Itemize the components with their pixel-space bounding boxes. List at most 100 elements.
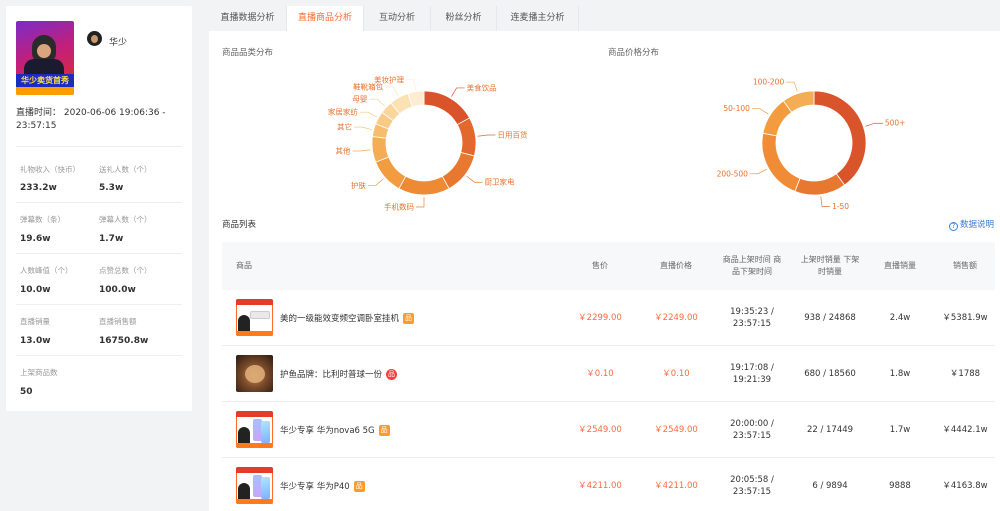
goods-thumbnail[interactable] — [236, 467, 273, 504]
goods-badge-icon: 品 — [386, 368, 398, 380]
slice-label: 美妆护理 — [374, 74, 404, 84]
stat-value: 16750.8w — [99, 336, 149, 346]
label-leader-line — [359, 111, 377, 118]
label-leader-line — [786, 81, 798, 92]
slice-label: 护肤 — [351, 180, 366, 190]
goods-badge-icon: 品 — [378, 424, 390, 436]
stat-label: 上架商品数 — [20, 368, 58, 377]
slice-label: 母婴 — [352, 95, 367, 104]
label-leader-line — [451, 87, 465, 97]
live-time: 直播时间： 2020-06-06 19:06:36 - 23:57:15 — [16, 108, 166, 131]
cell-revenue: ￥5381.9w — [942, 313, 988, 323]
th-shelf-sales[interactable]: 上架时销量 下架时销量 — [797, 242, 863, 290]
stat-label: 送礼人数（个） — [99, 165, 152, 174]
slice-label: 家居家纺 — [328, 107, 358, 117]
table-row[interactable]: 华少专享 华为nova6 5G 品 ￥2549.00 ￥2549.00 20:00:00… — [222, 402, 995, 458]
donut-slice[interactable] — [761, 132, 801, 192]
slice-label: 其它 — [337, 122, 352, 132]
divider — [16, 304, 182, 305]
stat-label: 直播销量 — [20, 317, 50, 326]
divider — [16, 202, 182, 203]
cell-revenue: ￥4442.1w — [942, 425, 988, 435]
goods-name-text: 华少专享 华为P40 — [280, 482, 350, 492]
label-leader-line — [369, 98, 385, 107]
data-help-link[interactable]: ? 数据说明 — [948, 218, 994, 231]
th-revenue[interactable]: 销售额 — [935, 242, 995, 290]
divider — [16, 355, 182, 356]
donut-slice[interactable] — [398, 175, 450, 196]
slice-label: 厨卫家电 — [485, 177, 515, 187]
goods-name-text: 护鱼品牌：比利时普球一份 — [280, 370, 383, 380]
table-row[interactable]: 美的一级能效变频空调卧室挂机品 ￥2299.00 ￥2249.00 19:35:23 … — [222, 290, 995, 346]
label-leader-line — [385, 86, 399, 96]
donut-slice[interactable] — [371, 136, 390, 163]
anchor-name[interactable]: 华少 — [109, 35, 127, 48]
goods-name[interactable]: 华少专享 华为P40 品 — [280, 458, 365, 511]
donut-slice[interactable] — [423, 90, 471, 126]
divider — [16, 253, 182, 254]
tab-interaction[interactable]: 互动分析 — [364, 6, 431, 31]
cell-shelf-time: 19:17:08 / 19:21:39 — [730, 363, 774, 385]
divider — [16, 146, 182, 147]
stat-label: 弹幕人数（个） — [99, 215, 152, 224]
label-leader-line — [405, 79, 416, 90]
stat-label: 直播销售额 — [99, 317, 137, 326]
label-leader-line — [820, 196, 831, 207]
avatar[interactable] — [87, 31, 102, 46]
label-leader-line — [865, 122, 883, 127]
goods-name[interactable]: 华少专享 华为nova6 5G 品 — [280, 402, 390, 458]
cell-shelf-time: 20:05:58 / 23:57:15 — [730, 475, 774, 497]
stat-value: 19.6w — [20, 234, 51, 244]
cell-price: ￥0.10 — [586, 369, 614, 379]
goods-thumbnail[interactable] — [236, 299, 273, 336]
th-live-price[interactable]: 直播价格 — [642, 242, 710, 290]
donut-slice[interactable] — [813, 90, 867, 186]
cell-live-sales: 9888 — [889, 481, 911, 491]
donut-slice[interactable] — [441, 151, 475, 190]
cover-banner-text: 华少卖货首秀 — [16, 74, 74, 87]
cell-live-sales: 1.7w — [889, 425, 911, 435]
tab-co-streamers[interactable]: 连麦播主分析 — [497, 6, 579, 31]
analysis-panel: 直播数据分析 直播商品分析 互动分析 粉丝分析 连麦播主分析 商品品类分布 商品… — [209, 6, 1000, 511]
table-row[interactable]: 华少专享 华为P40 品 ￥4211.00 ￥4211.00 20:05:58 / 23… — [222, 458, 995, 511]
help-link-label: 数据说明 — [959, 220, 994, 230]
th-live-sales[interactable]: 直播销量 — [871, 242, 929, 290]
donut-slice[interactable] — [375, 156, 407, 190]
slice-label: 美食饮品 — [467, 82, 497, 92]
stat-value: 13.0w — [20, 336, 51, 346]
label-leader-line — [352, 149, 371, 152]
tab-live-data[interactable]: 直播数据分析 — [209, 6, 287, 31]
goods-thumbnail[interactable] — [236, 411, 273, 448]
th-price[interactable]: 售价 — [570, 242, 630, 290]
th-shelf-time[interactable]: 商品上架时间 商品下架时间 — [719, 242, 785, 290]
stat-label: 人数峰值（个） — [20, 266, 73, 275]
cell-revenue: ￥1788 — [949, 369, 981, 379]
stat-value: 233.2w — [20, 183, 57, 193]
tab-bar: 直播数据分析 直播商品分析 互动分析 粉丝分析 连麦播主分析 — [209, 6, 1000, 31]
slice-label: 日用百货 — [497, 129, 527, 139]
donut-slice[interactable] — [794, 173, 846, 196]
stat-value: 50 — [20, 387, 33, 397]
goods-thumbnail[interactable] — [236, 355, 273, 392]
slice-label: 100-200 — [753, 78, 785, 87]
cell-live-price: ￥2249.00 — [654, 313, 698, 323]
stat-value: 1.7w — [99, 234, 124, 244]
stat-value: 5.3w — [99, 183, 124, 193]
stat-label: 点赞总数（个） — [99, 266, 152, 275]
tab-fans[interactable]: 粉丝分析 — [431, 6, 497, 31]
slice-label: 200-500 — [717, 169, 749, 178]
slice-label: 500+ — [885, 119, 906, 128]
goods-name-text: 华少专享 华为nova6 5G — [280, 426, 375, 436]
tab-live-goods[interactable]: 直播商品分析 — [287, 6, 364, 31]
cell-shelf-time: 19:35:23 / 23:57:15 — [730, 307, 774, 329]
label-leader-line — [367, 178, 384, 186]
goods-name[interactable]: 美的一级能效变频空调卧室挂机品 — [280, 290, 415, 346]
table-row[interactable]: 护鱼品牌：比利时普球一份品 ￥0.10 ￥0.10 19:17:08 / 19:21:… — [222, 346, 995, 402]
goods-name[interactable]: 护鱼品牌：比利时普球一份品 — [280, 346, 398, 402]
cell-price: ￥4211.00 — [578, 481, 622, 491]
stream-cover-image[interactable]: 华少卖货首秀 — [16, 21, 74, 95]
donut-slice[interactable] — [456, 117, 477, 157]
cell-live-sales: 1.8w — [889, 369, 911, 379]
category-chart-title: 商品品类分布 — [222, 48, 274, 58]
cell-shelf-sales: 22 / 17449 — [806, 425, 854, 435]
